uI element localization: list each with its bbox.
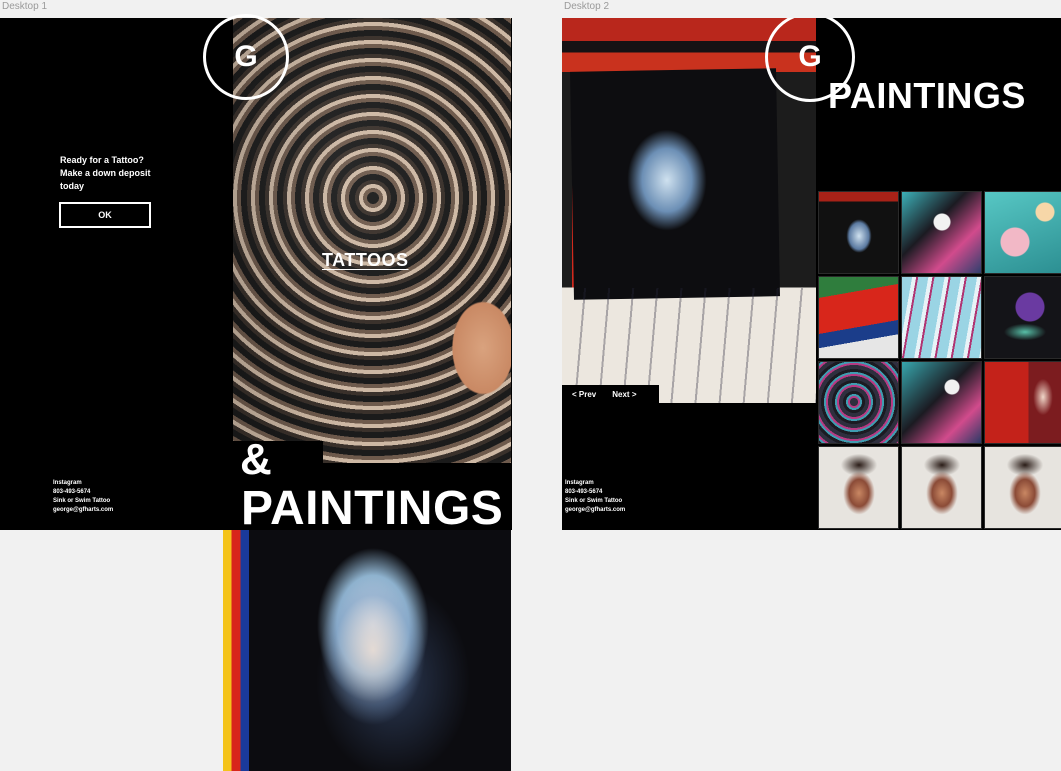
studio-name: Sink or Swim Tattoo [565,498,623,504]
instagram-link[interactable]: Instagram [53,479,113,488]
painting-thumbnail[interactable] [818,446,899,529]
phone-number: 803-493-5674 [53,489,91,495]
cta-line-1: Ready for a Tattoo? [60,155,144,165]
studio-name: Sink or Swim Tattoo [53,498,111,504]
painting-thumbnail[interactable] [984,361,1061,444]
logo-letter: G [798,40,822,73]
gallery-pager: < Prev Next > [562,385,659,403]
next-button[interactable]: Next > [612,390,636,399]
cta-line-2: Make a down deposit [60,168,151,178]
email-link[interactable]: george@gfharts.com [565,506,625,515]
painting-thumbnail[interactable] [984,191,1061,274]
page-title: PAINTINGS [828,75,1026,116]
artboard-label-desktop-2: Desktop 2 [564,1,610,12]
painting-thumbnail[interactable] [818,276,899,359]
ampersand-heading: & [240,435,272,484]
artboard-desktop-1: G Ready for a Tattoo? Make a down deposi… [0,14,512,771]
contact-footer: Instagram 803-493-5674 Sink or Swim Tatt… [53,479,113,515]
portrait-painting-image [223,530,511,771]
ok-button[interactable]: OK [59,202,151,228]
tattoos-link[interactable]: TATTOOS [322,250,409,271]
painting-thumbnail[interactable] [818,361,899,444]
painting-thumbnail[interactable] [901,276,982,359]
cta-line-3: today [60,181,85,191]
artboard-label-desktop-1: Desktop 1 [2,1,48,12]
painting-thumbnail[interactable] [901,446,982,529]
logo-badge[interactable]: G [203,14,289,100]
painting-thumbnail[interactable] [818,191,899,274]
painting-thumbnail[interactable] [901,361,982,444]
instagram-link[interactable]: Instagram [565,479,625,488]
contact-footer: Instagram 803-493-5674 Sink or Swim Tatt… [565,479,625,515]
painting-thumbnail[interactable] [984,276,1061,359]
email-link[interactable]: george@gfharts.com [53,506,113,515]
painting-thumbnail[interactable] [984,446,1061,529]
phone-number: 803-493-5674 [565,489,603,495]
portrait-canvas [570,68,780,300]
paintings-heading[interactable]: PAINTINGS [241,484,503,534]
painting-thumbnail-grid [818,191,1061,530]
prev-button[interactable]: < Prev [572,390,596,399]
deposit-cta-text: Ready for a Tattoo? Make a down deposit … [60,154,190,193]
artboard-desktop-2: G PAINTINGS < Prev Next > Instagram 803-… [562,18,1061,530]
logo-letter: G [234,40,258,73]
painting-thumbnail[interactable] [901,191,982,274]
